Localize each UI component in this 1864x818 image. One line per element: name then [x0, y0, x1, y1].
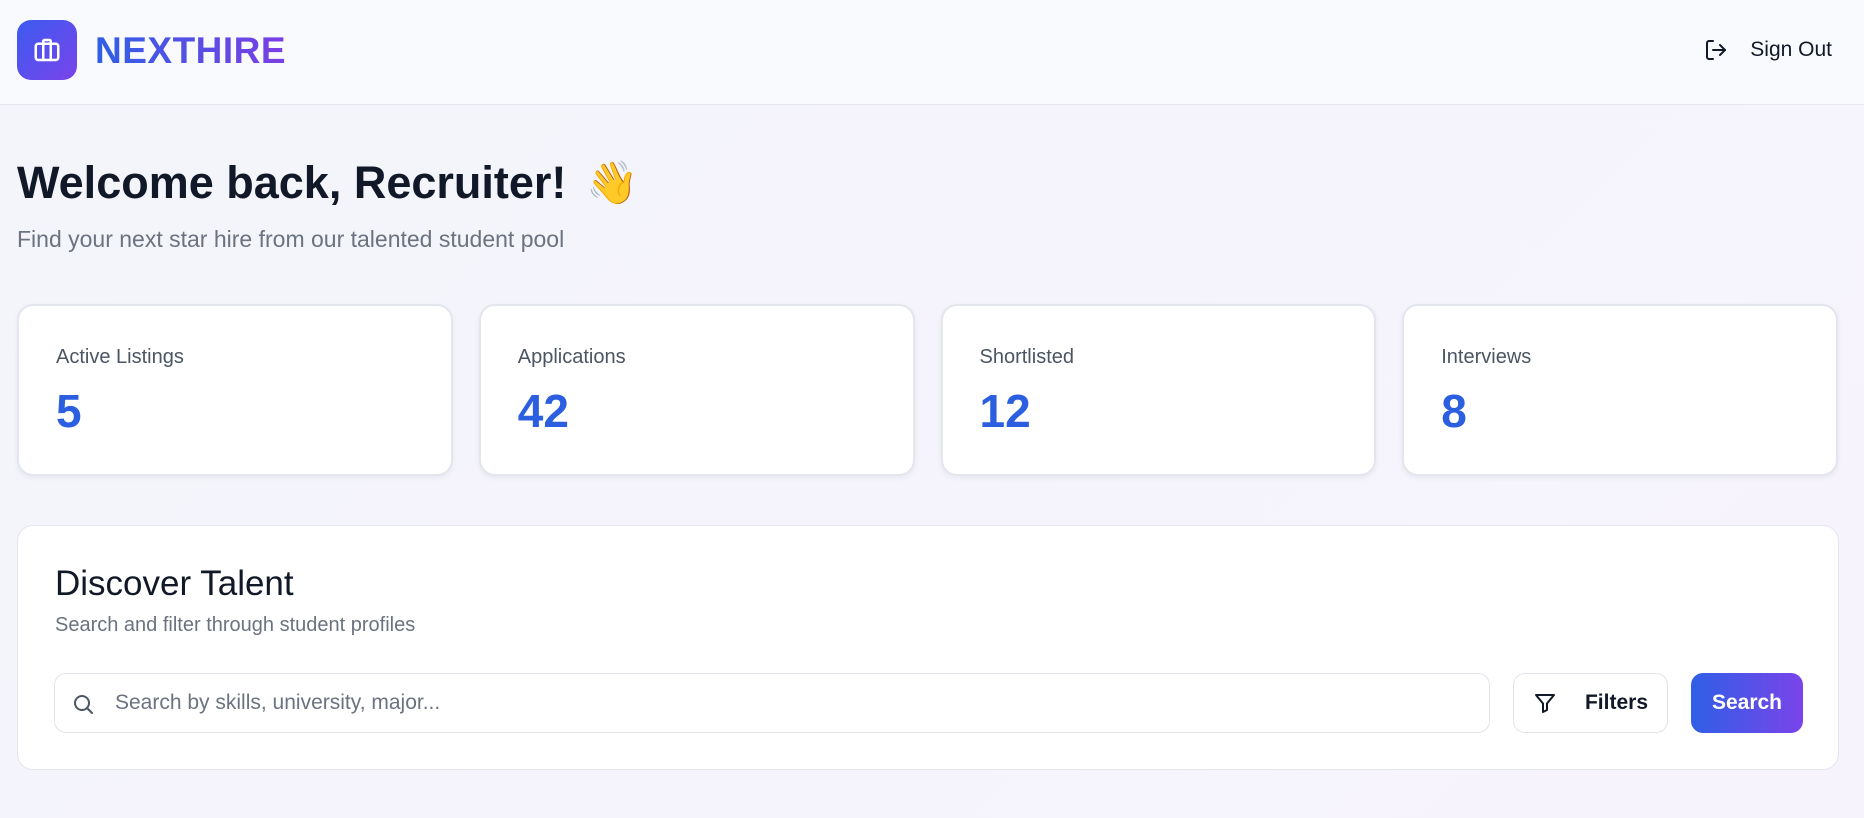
stats-row: Active Listings 5 Applications 42 Shortl…: [17, 304, 1838, 476]
sign-out-button[interactable]: Sign Out: [1704, 30, 1832, 70]
filters-label: Filters: [1584, 691, 1649, 714]
sign-out-label: Sign Out: [1750, 38, 1832, 61]
stat-value: 12: [979, 385, 1031, 437]
search-input[interactable]: [115, 674, 1475, 732]
stat-label: Active Listings: [56, 346, 184, 368]
top-header: NEXTHIRE Sign Out: [0, 0, 1864, 105]
stat-card-interviews: Interviews 8: [1402, 304, 1838, 476]
stat-value: 8: [1441, 385, 1467, 437]
filter-icon: [1534, 694, 1555, 713]
stat-label: Shortlisted: [979, 346, 1075, 368]
welcome-subtitle: Find your next star hire from our talent…: [17, 226, 565, 252]
logo[interactable]: [17, 20, 77, 80]
stat-label: Applications: [517, 346, 626, 368]
welcome-heading: Welcome back, Recruiter! 👋: [17, 155, 639, 211]
search-button[interactable]: Search: [1691, 673, 1803, 733]
search-box[interactable]: [54, 673, 1490, 733]
stat-card-active-listings: Active Listings 5: [17, 304, 453, 476]
discover-talent-panel: Discover Talent Search and filter throug…: [17, 525, 1839, 770]
stat-card-applications: Applications 42: [478, 304, 915, 476]
log-out-icon: [1706, 40, 1727, 60]
stat-value: 42: [517, 385, 569, 437]
stat-card-shortlisted: Shortlisted 12: [940, 304, 1377, 476]
filters-button[interactable]: Filters: [1513, 673, 1668, 733]
welcome-title: Welcome back, Recruiter!: [17, 157, 567, 208]
briefcase-icon: [34, 38, 60, 62]
search-icon: [74, 695, 93, 714]
stat-label: Interviews: [1441, 346, 1532, 368]
discover-title: Discover Talent: [55, 564, 294, 603]
brand-name[interactable]: NEXTHIRE: [95, 28, 286, 74]
discover-subtitle: Search and filter through student profil…: [55, 614, 416, 636]
waving-hand-emoji: 👋: [586, 159, 639, 206]
stat-value: 5: [56, 385, 82, 437]
